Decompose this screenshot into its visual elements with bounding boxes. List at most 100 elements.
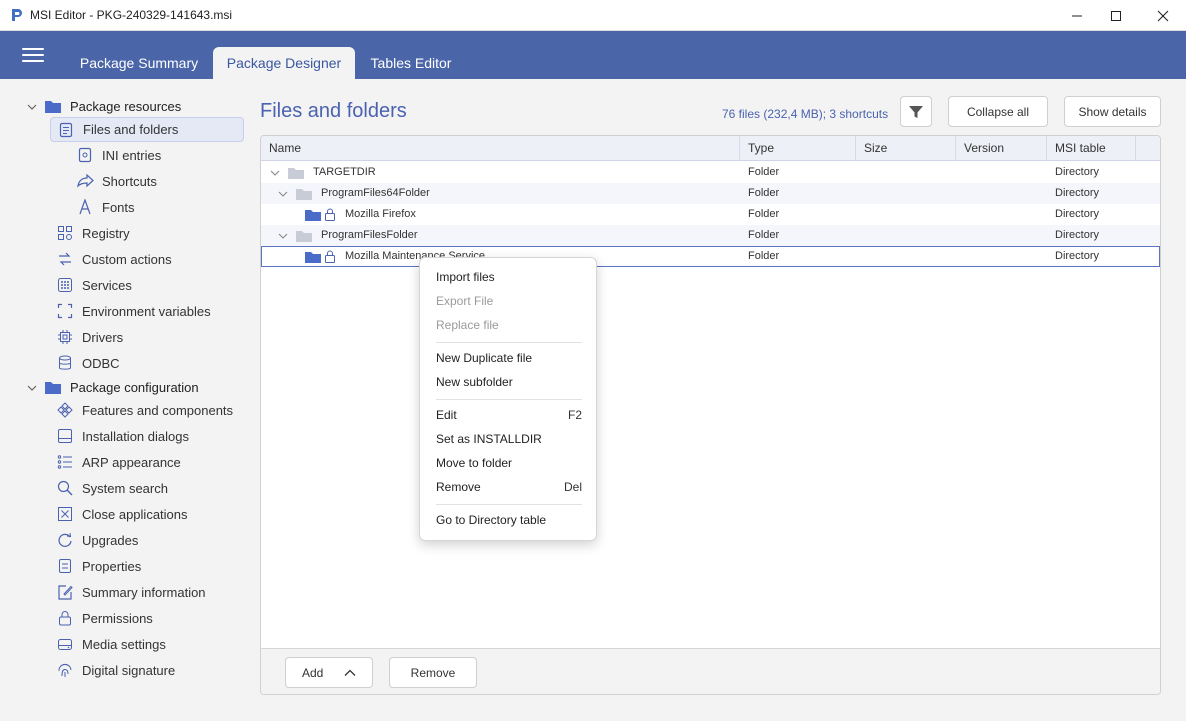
sidebar-item-label: Properties [82, 558, 142, 574]
row-type: Folder [748, 250, 780, 262]
table-row-selected[interactable]: Mozilla Maintenance Service Folder Direc… [261, 246, 1160, 267]
minimize-icon [1072, 15, 1082, 16]
tab-package-designer[interactable]: Package Designer [213, 47, 355, 79]
sidebar-group-label: Package resources [70, 98, 182, 114]
menu-item-label: Remove [436, 480, 481, 494]
file-list-icon [57, 121, 75, 139]
menu-item-new-subfolder[interactable]: New subfolder [436, 372, 582, 392]
menu-item-import-files[interactable]: Import files [436, 267, 582, 287]
column-header-type[interactable]: Type [740, 136, 856, 161]
sidebar-item-summary-information[interactable]: Summary information [56, 580, 206, 604]
tab-tables-editor[interactable]: Tables Editor [362, 47, 460, 79]
menu-item-edit[interactable]: Edit F2 [436, 405, 582, 425]
table-row[interactable]: Mozilla Firefox Folder Directory [261, 204, 1160, 225]
hamburger-menu-icon[interactable] [22, 48, 44, 64]
row-msi-table: Directory [1055, 166, 1100, 178]
remove-button[interactable]: Remove [389, 657, 477, 688]
tab-package-summary[interactable]: Package Summary [72, 47, 206, 79]
dialog-icon [56, 427, 74, 445]
chevron-down-icon[interactable] [27, 383, 37, 393]
table-row[interactable]: ProgramFilesFolder Folder Directory [261, 225, 1160, 246]
menu-item-set-as-installdir[interactable]: Set as INSTALLDIR [436, 429, 582, 449]
chevron-down-icon[interactable] [278, 189, 288, 199]
database-icon [56, 354, 74, 372]
sidebar-item-services[interactable]: Services [56, 273, 132, 297]
sidebar-item-system-search[interactable]: System search [56, 476, 168, 500]
row-type: Folder [748, 166, 780, 178]
sidebar-item-label: Close applications [82, 506, 188, 522]
sidebar-item-shortcuts[interactable]: Shortcuts [76, 169, 157, 193]
summary-edit-icon [56, 583, 74, 601]
table-row[interactable]: TARGETDIR Folder Directory [261, 162, 1160, 183]
sidebar-item-files-and-folders[interactable]: Files and folders [50, 117, 244, 142]
folder-icon [44, 378, 62, 396]
column-header-name[interactable]: Name [261, 136, 740, 161]
sidebar-item-registry[interactable]: Registry [56, 221, 130, 245]
features-icon [56, 401, 74, 419]
files-count-summary: 76 files (232,4 MB); 3 shortcuts [722, 107, 889, 121]
sidebar-item-label: INI entries [102, 147, 162, 163]
sidebar-group-package-resources[interactable]: Package resources [44, 94, 181, 118]
row-type: Folder [748, 208, 780, 220]
row-name: ProgramFilesFolder [321, 229, 418, 241]
sidebar-item-label: Media settings [82, 636, 166, 652]
chevron-down-icon[interactable] [270, 168, 280, 178]
sidebar-item-label: Drivers [82, 329, 124, 345]
fingerprint-icon [56, 661, 74, 679]
sidebar-item-arp-appearance[interactable]: ARP appearance [56, 450, 181, 474]
sidebar-item-label: Fonts [102, 199, 135, 215]
sidebar-item-label: Files and folders [83, 122, 179, 137]
show-details-button[interactable]: Show details [1064, 96, 1161, 127]
filter-button[interactable] [900, 96, 932, 127]
sidebar-item-ini-entries[interactable]: INI entries [76, 143, 161, 167]
sidebar-item-label: Services [82, 277, 132, 293]
row-type: Folder [748, 187, 780, 199]
column-header-size[interactable]: Size [856, 136, 956, 161]
sidebar-item-properties[interactable]: Properties [56, 554, 141, 578]
maximize-button[interactable] [1093, 0, 1139, 31]
sidebar-item-close-applications[interactable]: Close applications [56, 502, 188, 526]
menu-item-remove[interactable]: Remove Del [436, 477, 582, 497]
chevron-down-icon[interactable] [27, 102, 37, 112]
menu-item-move-to-folder[interactable]: Move to folder [436, 453, 582, 473]
sidebar-item-label: ODBC [82, 355, 120, 371]
sidebar-group-label: Package configuration [70, 379, 199, 395]
sidebar-item-label: Shortcuts [102, 173, 157, 189]
registry-icon [56, 224, 74, 242]
add-button[interactable]: Add [285, 657, 373, 688]
sidebar-group-package-configuration[interactable]: Package configuration [44, 375, 199, 399]
collapse-all-button[interactable]: Collapse all [948, 96, 1048, 127]
sidebar-item-features-and-components[interactable]: Features and components [56, 398, 233, 422]
add-button-label: Add [302, 665, 324, 680]
menu-item-label: New Duplicate file [436, 351, 533, 365]
sidebar-item-media-settings[interactable]: Media settings [56, 632, 166, 656]
close-icon [1157, 10, 1169, 21]
sidebar-item-odbc[interactable]: ODBC [56, 351, 120, 375]
sidebar-item-environment-variables[interactable]: Environment variables [56, 299, 211, 323]
folder-icon [305, 210, 321, 221]
menu-item-label: New subfolder [436, 375, 513, 389]
sidebar-item-drivers[interactable]: Drivers [56, 325, 123, 349]
sidebar-item-installation-dialogs[interactable]: Installation dialogs [56, 424, 189, 448]
chevron-down-icon[interactable] [278, 231, 288, 241]
folder-icon [44, 97, 62, 115]
sidebar-item-custom-actions[interactable]: Custom actions [56, 247, 172, 271]
services-icon [56, 276, 74, 294]
sidebar-item-upgrades[interactable]: Upgrades [56, 528, 138, 552]
sidebar-item-label: Upgrades [82, 532, 139, 548]
menu-item-label: Export File [436, 294, 494, 308]
column-header-msi-table[interactable]: MSI table [1047, 136, 1136, 161]
menu-item-label: Import files [436, 270, 495, 284]
menu-item-shortcut: F2 [567, 408, 582, 422]
menu-item-go-to-directory-table[interactable]: Go to Directory table [436, 510, 582, 530]
sidebar-item-fonts[interactable]: Fonts [76, 195, 135, 219]
sidebar-item-digital-signature[interactable]: Digital signature [56, 658, 175, 682]
sidebar-item-permissions[interactable]: Permissions [56, 606, 153, 630]
row-msi-table: Directory [1055, 187, 1100, 199]
environment-icon [56, 302, 74, 320]
close-window-button[interactable] [1140, 0, 1186, 31]
menu-item-label: Move to folder [436, 456, 513, 470]
column-header-version[interactable]: Version [956, 136, 1047, 161]
table-row[interactable]: ProgramFiles64Folder Folder Directory [261, 183, 1160, 204]
menu-item-new-duplicate-file[interactable]: New Duplicate file [436, 348, 582, 368]
